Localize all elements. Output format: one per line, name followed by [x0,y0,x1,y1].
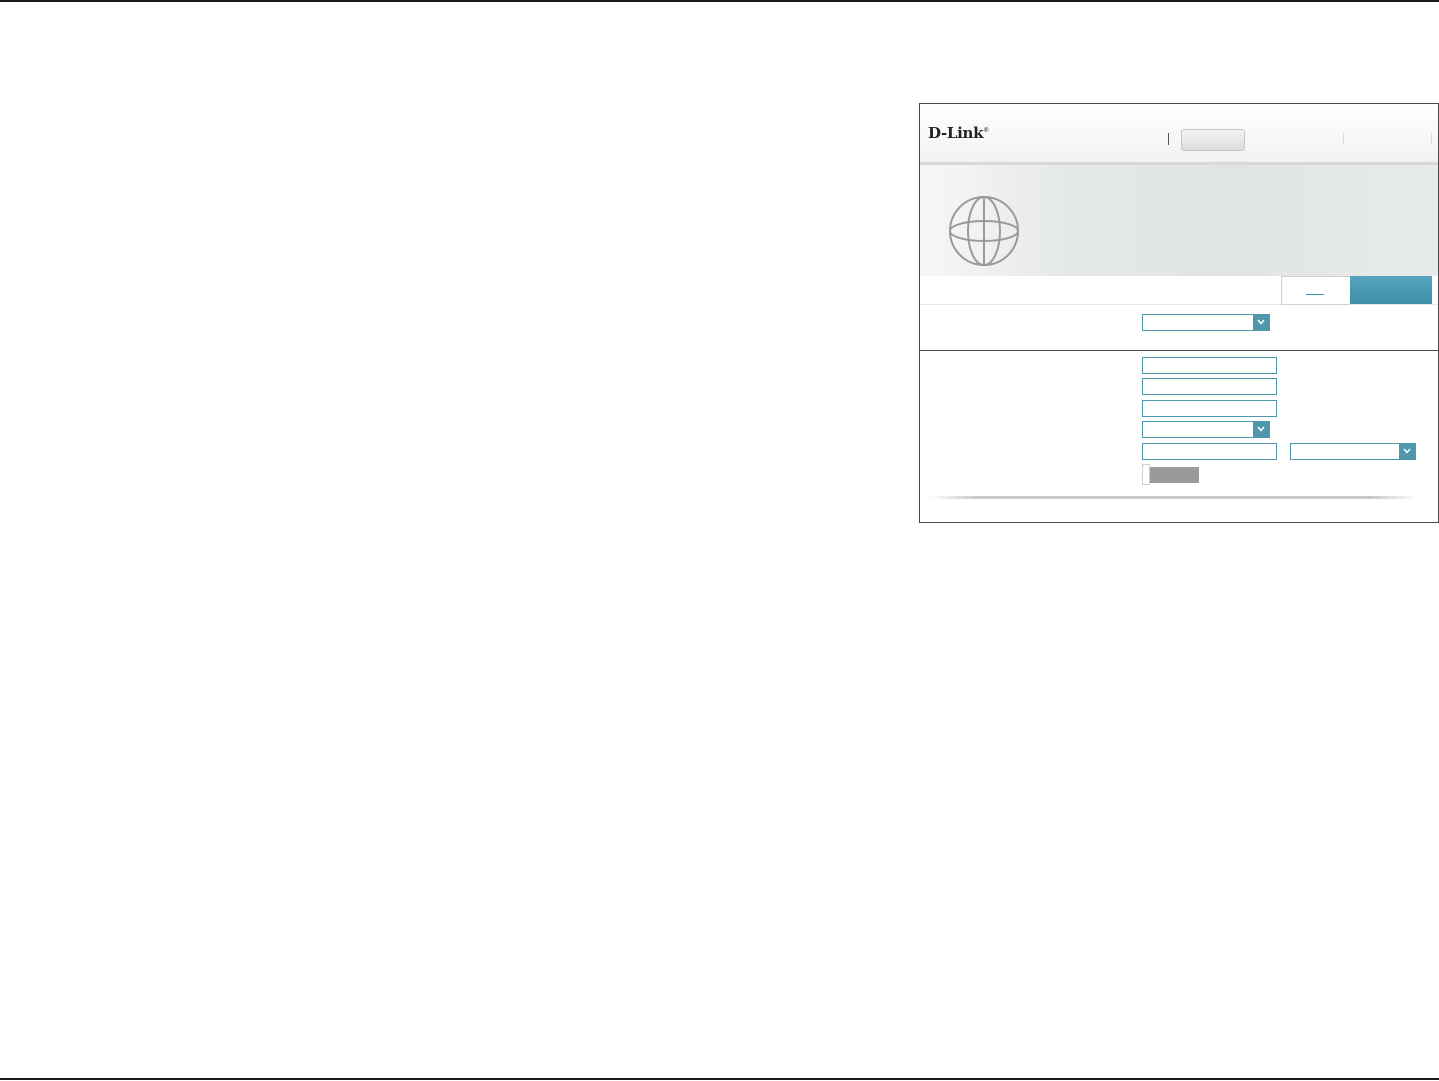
toggle-track [1150,467,1199,483]
panel-footer-rule [930,496,1418,499]
connection-type-select[interactable] [1142,314,1270,331]
section-divider [920,350,1438,351]
chevron-down-icon [1257,426,1265,432]
nav-separator [1343,133,1344,145]
dropdown-arrow [1253,315,1269,330]
top-navigation-bar: D-Link® [920,104,1438,165]
paired-select[interactable] [1290,443,1416,460]
settings-input-3[interactable] [1142,400,1277,417]
page-hero-banner [920,165,1438,276]
nav-separator [1168,133,1169,145]
chevron-down-icon [1257,319,1265,325]
logo-registered-mark: ® [983,127,989,134]
router-settings-panel: D-Link® [919,103,1439,523]
nav-tab-active[interactable] [1181,129,1245,151]
dlink-logo: D-Link® [928,124,989,142]
save-button[interactable] [1350,276,1432,304]
nav-separator [1431,133,1432,145]
dropdown-arrow [1253,422,1269,437]
enable-toggle[interactable] [1142,464,1199,486]
globe-icon [949,196,1019,266]
logo-text: D-Link [928,124,984,142]
toggle-knob [1142,464,1150,485]
advanced-settings-link[interactable] [1281,276,1350,305]
settings-input-2[interactable] [1142,378,1277,395]
chevron-down-icon [1403,448,1411,454]
action-bar [920,276,1438,305]
page-top-rule [0,0,1439,2]
page-bottom-rule [0,1078,1439,1080]
paired-input[interactable] [1142,443,1277,460]
dropdown-arrow [1399,444,1415,459]
settings-input-1[interactable] [1142,357,1277,374]
link-underline [1306,294,1324,295]
settings-select[interactable] [1142,421,1270,438]
